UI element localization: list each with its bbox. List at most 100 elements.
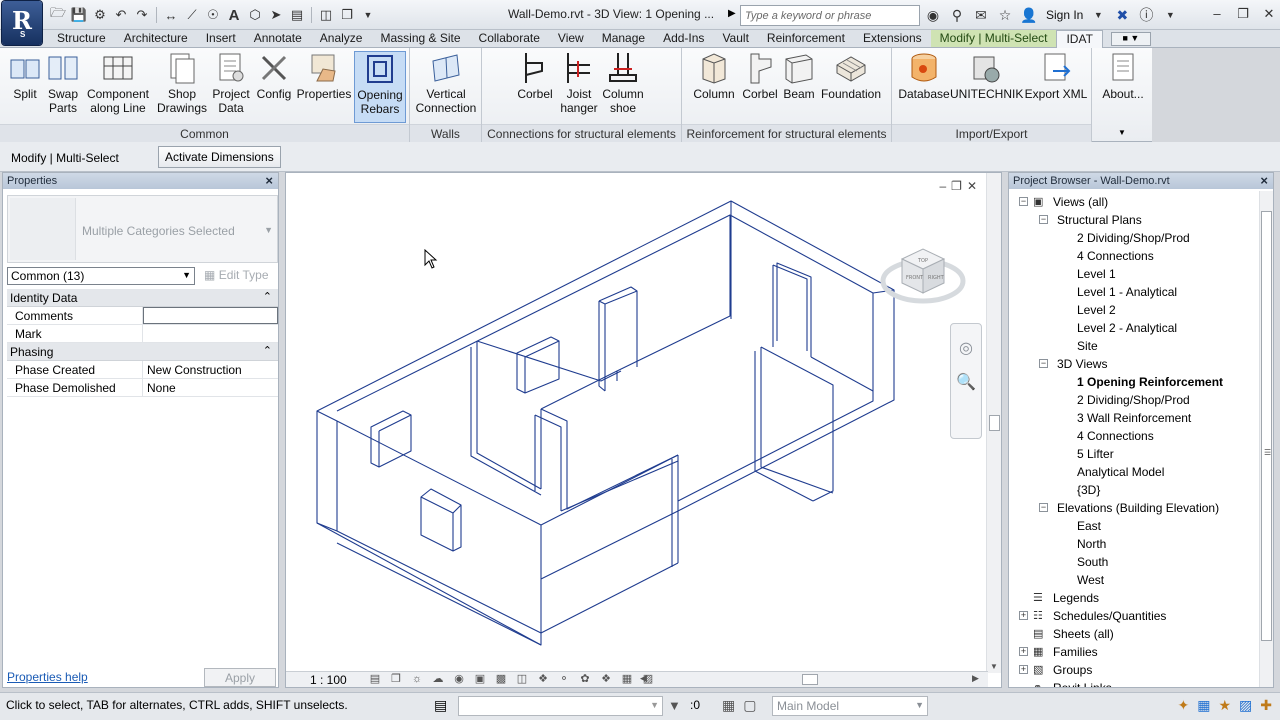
- activate-dimensions-button[interactable]: Activate Dimensions: [158, 146, 281, 168]
- sync-icon[interactable]: ⚙: [90, 5, 110, 25]
- open-icon[interactable]: 🗁: [48, 5, 68, 25]
- restore-view-icon[interactable]: ❐: [951, 179, 962, 193]
- browser-tree-item[interactable]: 2 Dividing/Shop/Prod: [1009, 391, 1261, 409]
- dimension-icon[interactable]: ⟋: [182, 5, 202, 25]
- tab-vault[interactable]: Vault: [713, 30, 757, 47]
- user-icon[interactable]: 👤: [1020, 5, 1038, 25]
- comments-field[interactable]: [143, 307, 278, 324]
- project-data-button[interactable]: Project Data: [210, 51, 252, 115]
- help-icon[interactable]: ⓘ: [1137, 5, 1155, 25]
- expand-icon[interactable]: +: [1019, 647, 1028, 656]
- select-links-icon[interactable]: ✦: [1178, 697, 1190, 714]
- help-dropdown-icon[interactable]: ▼: [1161, 5, 1179, 25]
- workset-dropdown[interactable]: ▼: [458, 696, 663, 716]
- vertical-connection-button[interactable]: Vertical Connection: [412, 51, 480, 115]
- favorites-star-icon[interactable]: ☆: [996, 5, 1014, 25]
- editing-requests-icon[interactable]: ▦: [722, 697, 735, 714]
- view-scale[interactable]: 1 : 100: [310, 673, 347, 687]
- browser-tree-item[interactable]: − Structural Plans: [1009, 211, 1261, 229]
- browser-tree-item[interactable]: 1 Opening Reinforcement: [1009, 373, 1261, 391]
- browser-tree-item[interactable]: − ▣ Views (all): [1009, 193, 1261, 211]
- component-along-line-button[interactable]: Component along Line: [84, 51, 152, 115]
- restore-icon[interactable]: ❐: [1232, 4, 1254, 24]
- subscription-key-icon[interactable]: ⚲: [948, 5, 966, 25]
- mark-field[interactable]: [143, 325, 278, 342]
- sun-path-icon[interactable]: ☼: [408, 672, 426, 687]
- viewcube-icon[interactable]: TOP FRONT RIGHT: [878, 237, 968, 307]
- horizontal-scrollbar-thumb[interactable]: [802, 674, 818, 685]
- drag-on-selection-icon[interactable]: ✚: [1260, 697, 1272, 714]
- corbel-connection-button[interactable]: Corbel: [512, 51, 558, 101]
- switch-windows-icon[interactable]: ❐: [337, 5, 357, 25]
- worksharing-icon[interactable]: ▦: [618, 672, 636, 687]
- vertical-scrollbar[interactable]: ☰: [1259, 191, 1273, 687]
- scrollbar-thumb[interactable]: [989, 415, 1000, 431]
- browser-tree-item[interactable]: South: [1009, 553, 1261, 571]
- browser-tree-item[interactable]: North: [1009, 535, 1261, 553]
- tab-annotate[interactable]: Annotate: [245, 30, 311, 47]
- browser-tree-item[interactable]: Analytical Model: [1009, 463, 1261, 481]
- column-shoe-button[interactable]: Column shoe: [600, 51, 646, 115]
- search-input[interactable]: Type a keyword or phrase: [740, 5, 920, 26]
- exchange-apps-icon[interactable]: ✖: [1113, 5, 1131, 25]
- tab-add-ins[interactable]: Add-Ins: [654, 30, 713, 47]
- browser-tree-item[interactable]: ⚭ Revit Links: [1009, 679, 1261, 687]
- thin-lines-icon[interactable]: ▤: [287, 5, 307, 25]
- database-button[interactable]: Database: [896, 51, 952, 101]
- collapse-icon[interactable]: −: [1039, 215, 1048, 224]
- expand-icon[interactable]: +: [1019, 611, 1028, 620]
- save-icon[interactable]: 💾: [69, 5, 89, 25]
- column-reinforcement-button[interactable]: Column: [690, 51, 738, 101]
- swap-parts-button[interactable]: Swap Parts: [44, 51, 82, 115]
- tab-idat[interactable]: IDAT: [1056, 30, 1103, 48]
- opening-rebars-button[interactable]: Opening Rebars: [354, 51, 406, 123]
- drawing-area[interactable]: – ❐ ✕ TOP FRONT RIGHT ◎ 🔍 ▼ 1 : 100 ▤ ❐ …: [285, 172, 1002, 688]
- design-option-dropdown[interactable]: Main Model ▼: [772, 696, 928, 716]
- tab-architecture[interactable]: Architecture: [115, 30, 197, 47]
- close-icon[interactable]: ✕: [1258, 4, 1280, 24]
- communication-icon[interactable]: ✉: [972, 5, 990, 25]
- visual-style-icon[interactable]: ❐: [387, 672, 405, 687]
- worksets-icon[interactable]: ▤: [434, 697, 447, 714]
- tab-massing-site[interactable]: Massing & Site: [371, 30, 469, 47]
- browser-tree-item[interactable]: Level 2: [1009, 301, 1261, 319]
- beam-reinforcement-button[interactable]: Beam: [780, 51, 818, 101]
- browser-tree-item[interactable]: 4 Connections: [1009, 247, 1261, 265]
- tag-icon[interactable]: ☉: [203, 5, 223, 25]
- browser-tree-item[interactable]: ☰ Legends: [1009, 589, 1261, 607]
- browser-tree-item[interactable]: {3D}: [1009, 481, 1261, 499]
- browser-tree-item[interactable]: + ▦ Families: [1009, 643, 1261, 661]
- tab-manage[interactable]: Manage: [593, 30, 654, 47]
- unitechnik-button[interactable]: UNITECHNIK: [950, 51, 1023, 101]
- collapse-icon[interactable]: −: [1019, 197, 1028, 206]
- close-view-icon[interactable]: ✕: [967, 179, 977, 193]
- select-pinned-icon[interactable]: ★: [1218, 697, 1231, 714]
- tab-extensions[interactable]: Extensions: [854, 30, 931, 47]
- detail-level-icon[interactable]: ▤: [366, 672, 384, 687]
- select-by-face-icon[interactable]: ▨: [1239, 697, 1252, 714]
- steering-wheel-icon[interactable]: ◎: [951, 338, 981, 358]
- text-icon[interactable]: A: [224, 5, 244, 25]
- config-button[interactable]: Config: [254, 51, 294, 101]
- collapse-icon[interactable]: −: [1039, 359, 1048, 368]
- browser-tree-item[interactable]: − Elevations (Building Elevation): [1009, 499, 1261, 517]
- corbel-reinforcement-button[interactable]: Corbel: [738, 51, 782, 101]
- temp-hide-icon[interactable]: ❖: [534, 672, 552, 687]
- foundation-reinforcement-button[interactable]: Foundation: [818, 51, 884, 101]
- sign-in-button[interactable]: Sign In: [1046, 8, 1083, 22]
- section-icon[interactable]: ➤: [266, 5, 286, 25]
- browser-tree-item[interactable]: 5 Lifter: [1009, 445, 1261, 463]
- close-hidden-icon[interactable]: ◫: [316, 5, 336, 25]
- 3d-view-icon[interactable]: ⬡: [245, 5, 265, 25]
- expand-icon[interactable]: +: [1019, 665, 1028, 674]
- ribbon-panel-dropdown-icon[interactable]: ▼: [1118, 128, 1126, 137]
- properties-help-link[interactable]: Properties help: [7, 670, 88, 684]
- close-icon[interactable]: ×: [1260, 173, 1268, 188]
- group-phasing[interactable]: Phasing ⌃: [7, 343, 278, 361]
- application-menu-button[interactable]: R S: [2, 1, 42, 45]
- joist-hanger-button[interactable]: Joist hanger: [556, 51, 602, 115]
- shadows-icon[interactable]: ☁: [429, 672, 447, 687]
- tab-analyze[interactable]: Analyze: [311, 30, 372, 47]
- browser-tree-item[interactable]: 3 Wall Reinforcement: [1009, 409, 1261, 427]
- select-underlay-icon[interactable]: ▦: [1197, 697, 1210, 714]
